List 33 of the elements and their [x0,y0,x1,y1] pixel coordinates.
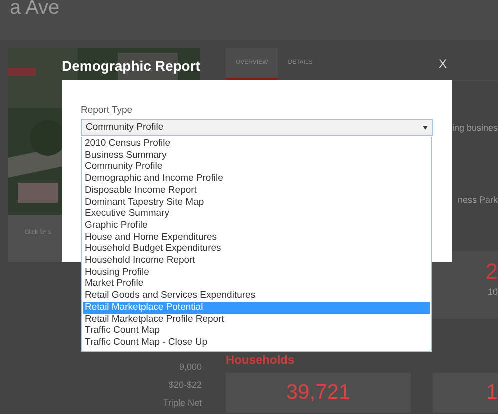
dropdown-option[interactable]: Business Summary [83,150,430,162]
dropdown-option[interactable]: Disposable Income Report [83,184,430,197]
dropdown-option[interactable]: Traffic Count Map - Close Up [83,336,430,349]
dropdown-option[interactable]: Market Profile [83,278,430,290]
dropdown-option[interactable]: Traffic Count Map [83,325,430,337]
stat-card: 1 [433,373,498,413]
section-title: Households [226,353,296,367]
stat-card: 39,721 [226,373,411,413]
dropdown-option[interactable]: Housing Profile [83,266,430,278]
stat-value: $20-$22 [168,380,202,390]
close-button[interactable]: X [436,57,450,71]
page-title: a Ave [10,0,60,20]
caret-icon [423,126,428,130]
stat-value: 9,000 [179,362,202,372]
dropdown-option[interactable]: 2010 Census Profile [83,138,430,150]
dropdown-option[interactable]: Retail Goods and Services Expenditures [83,290,430,302]
stat-label: 10 [488,287,498,297]
dropdown-option[interactable]: Dominant Tapestry Site Map [83,196,430,208]
description-text: ness Park [458,195,498,205]
dropdown-option[interactable]: Graphic Profile [83,220,430,232]
dropdown-option[interactable]: Community Profile [83,161,430,174]
dropdown-option[interactable]: Retail Marketplace Profile Report [83,314,430,326]
dropdown-option[interactable]: House and Home Expenditures [83,232,430,244]
report-type-dropdown[interactable]: Community Profile [81,119,433,136]
stat-value: 2 [486,259,498,285]
stat-value: Triple Net [163,398,202,408]
dropdown-option[interactable]: Household Income Report [83,255,430,267]
description-text: ing busines [452,123,498,133]
dropdown-option[interactable]: Demographic and Income Profile [83,173,430,185]
dialog-title: Demographic Report [62,57,200,74]
dropdown-option[interactable]: Household Budget Expenditures [83,243,430,256]
field-label: Report Type [81,105,134,116]
dropdown-option[interactable]: Executive Summary [83,208,430,220]
